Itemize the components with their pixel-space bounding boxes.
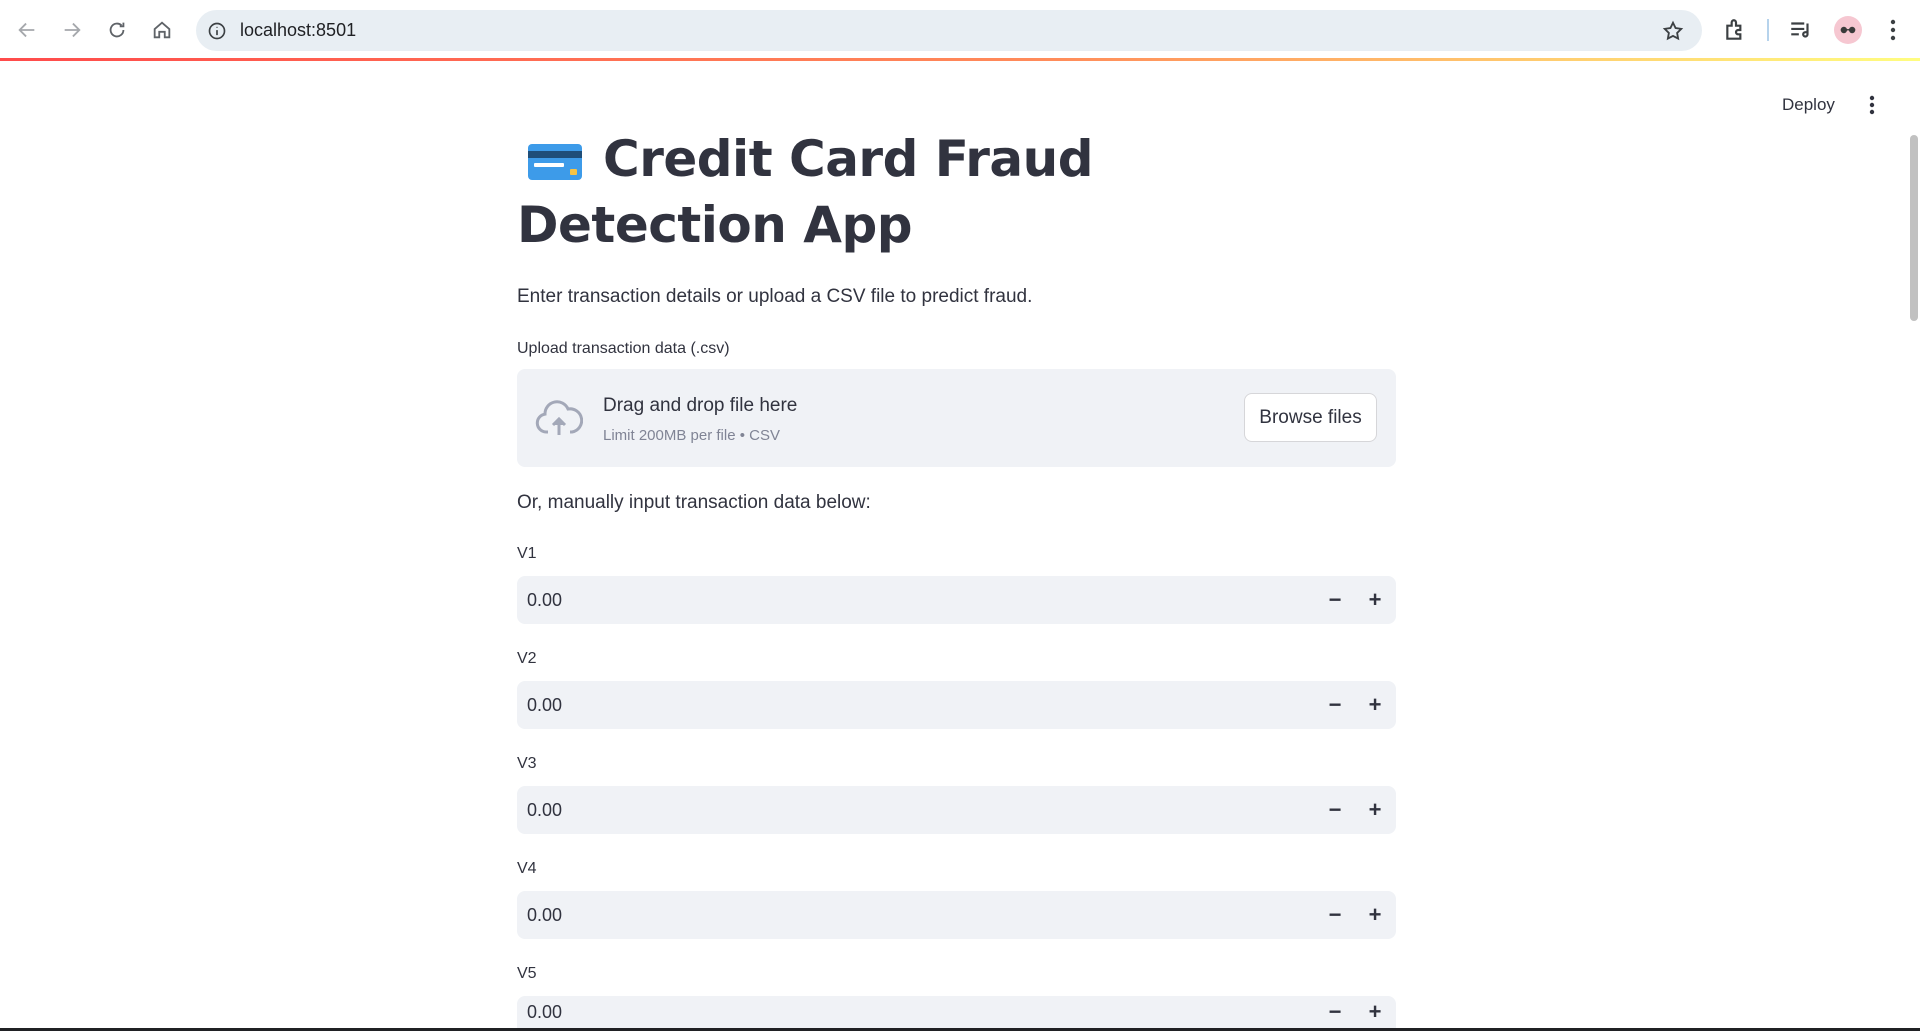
page-scrollbar[interactable] <box>1910 135 1918 321</box>
site-info-icon[interactable] <box>206 20 228 42</box>
reload-icon[interactable] <box>101 14 133 46</box>
number-input-v3[interactable]: 0.00 − + <box>517 786 1396 834</box>
number-input-v4[interactable]: 0.00 − + <box>517 891 1396 939</box>
manual-input-heading: Or, manually input transaction data belo… <box>517 492 871 513</box>
input-label-v2: V2 <box>517 650 537 667</box>
increment-button[interactable]: + <box>1359 899 1391 931</box>
header-accent-line <box>0 58 1920 61</box>
number-input-value[interactable]: 0.00 <box>527 576 562 624</box>
page-description: Enter transaction details or upload a CS… <box>517 286 1033 307</box>
bookmark-star-icon[interactable] <box>1662 20 1684 42</box>
number-input-v5[interactable]: 0.00 − + <box>517 996 1396 1028</box>
url-text[interactable]: localhost:8501 <box>240 20 356 41</box>
number-input-value[interactable]: 0.00 <box>527 996 562 1028</box>
decrement-button[interactable]: − <box>1319 584 1351 616</box>
file-dropzone[interactable]: Drag and drop file here Limit 200MB per … <box>517 369 1396 467</box>
credit-card-icon <box>528 144 582 180</box>
input-label-v5: V5 <box>517 965 537 982</box>
home-icon[interactable] <box>146 14 178 46</box>
increment-button[interactable]: + <box>1359 584 1391 616</box>
page-title-text: Credit Card Fraud Detection App <box>517 130 1094 254</box>
dropzone-limit-text: Limit 200MB per file • CSV <box>603 427 780 444</box>
profile-avatar[interactable] <box>1834 16 1862 44</box>
decrement-button[interactable]: − <box>1319 794 1351 826</box>
input-label-v1: V1 <box>517 545 537 562</box>
back-icon[interactable] <box>11 14 43 46</box>
number-input-value[interactable]: 0.00 <box>527 786 562 834</box>
input-label-v4: V4 <box>517 860 537 877</box>
dropzone-instruction: Drag and drop file here <box>603 395 798 416</box>
increment-button[interactable]: + <box>1359 794 1391 826</box>
number-input-value[interactable]: 0.00 <box>527 681 562 729</box>
increment-button[interactable]: + <box>1359 996 1391 1028</box>
decrement-button[interactable]: − <box>1319 899 1351 931</box>
input-label-v3: V3 <box>517 755 537 772</box>
decrement-button[interactable]: − <box>1319 996 1351 1028</box>
forward-icon[interactable] <box>56 14 88 46</box>
extensions-icon[interactable] <box>1723 17 1749 43</box>
browser-menu-icon[interactable] <box>1883 16 1903 44</box>
toolbar-divider <box>1767 19 1769 41</box>
decrement-button[interactable]: − <box>1319 689 1351 721</box>
increment-button[interactable]: + <box>1359 689 1391 721</box>
address-bar[interactable]: localhost:8501 <box>196 10 1702 51</box>
cloud-upload-icon <box>535 400 583 435</box>
deploy-button[interactable]: Deploy <box>1770 90 1847 120</box>
number-input-v1[interactable]: 0.00 − + <box>517 576 1396 624</box>
browser-toolbar: localhost:8501 <box>0 0 1920 59</box>
app-menu-icon[interactable] <box>1860 93 1884 117</box>
page-title: Credit Card Fraud Detection App <box>517 126 1337 258</box>
number-input-value[interactable]: 0.00 <box>527 891 562 939</box>
uploader-label: Upload transaction data (.csv) <box>517 340 730 357</box>
browse-files-button[interactable]: Browse files <box>1244 393 1377 442</box>
media-controls-icon[interactable] <box>1788 17 1814 43</box>
number-input-v2[interactable]: 0.00 − + <box>517 681 1396 729</box>
